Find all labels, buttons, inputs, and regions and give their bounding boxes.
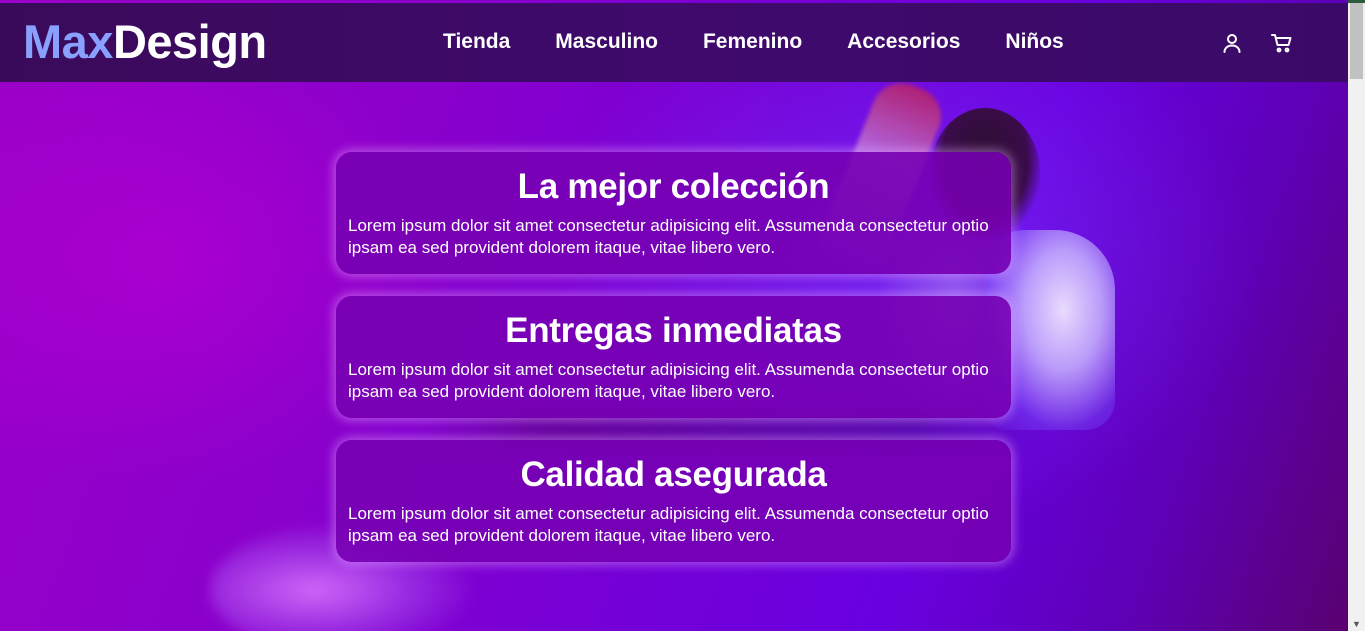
feature-card: Calidad asegurada Lorem ipsum dolor sit … [336,440,1011,562]
brand-logo[interactable]: MaxDesign [23,14,267,69]
card-title: Entregas inmediatas [505,311,842,350]
card-text: Lorem ipsum dolor sit amet consectetur a… [348,216,989,257]
cart-icon[interactable] [1270,31,1294,55]
scrollbar-thumb[interactable] [1350,3,1363,79]
user-icon[interactable] [1220,31,1244,55]
navbar: MaxDesign Tienda Masculino Femenino Acce… [0,3,1348,82]
card-text: Lorem ipsum dolor sit amet consectetur a… [348,504,989,545]
feature-card: Entregas inmediatas Lorem ipsum dolor si… [336,296,1011,418]
nav-link-ninos[interactable]: Niños [1005,30,1063,54]
vertical-scrollbar[interactable]: ▼ [1348,3,1365,631]
feature-cards: La mejor colección Lorem ipsum dolor sit… [336,152,1011,584]
card-text: Lorem ipsum dolor sit amet consectetur a… [348,360,989,401]
card-title: La mejor colección [517,167,830,206]
nav-link-femenino[interactable]: Femenino [703,30,802,54]
nav-links: Tienda Masculino Femenino Accesorios Niñ… [443,30,1109,54]
scroll-down-arrow-icon[interactable]: ▼ [1351,619,1362,630]
logo-part-design: Design [112,15,267,68]
logo-part-max: Max [23,15,113,68]
nav-link-masculino[interactable]: Masculino [555,30,658,54]
card-title: Calidad asegurada [520,455,827,494]
nav-link-accesorios[interactable]: Accesorios [847,30,960,54]
nav-icons [1220,31,1294,55]
feature-card: La mejor colección Lorem ipsum dolor sit… [336,152,1011,274]
nav-link-tienda[interactable]: Tienda [443,30,510,54]
